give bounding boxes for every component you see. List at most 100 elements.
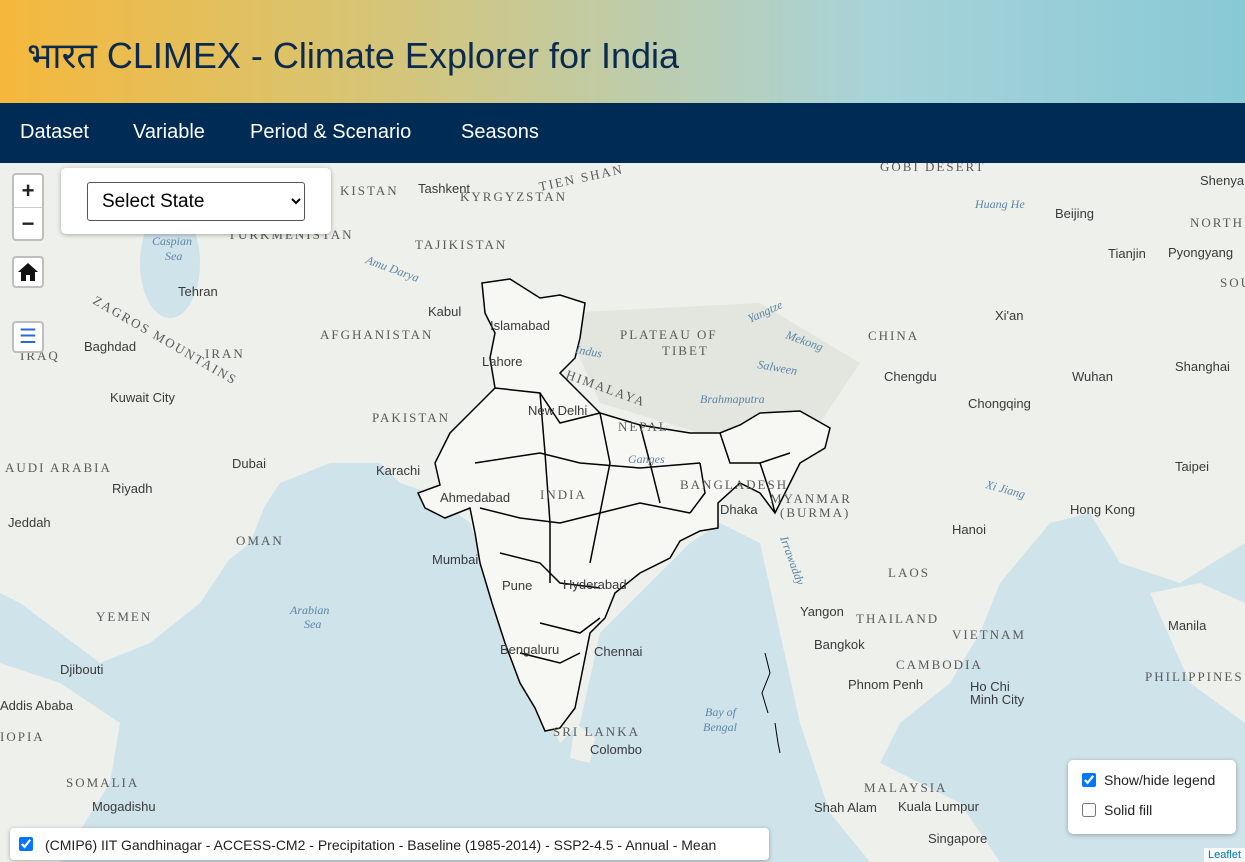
svg-text:Karachi: Karachi	[376, 463, 420, 478]
svg-text:Yangon: Yangon	[800, 604, 844, 619]
svg-text:OMAN: OMAN	[236, 533, 284, 548]
svg-text:Huang He: Huang He	[974, 197, 1025, 211]
svg-text:Shanghai: Shanghai	[1175, 359, 1230, 374]
layers-menu-button[interactable]: ☰	[12, 321, 44, 353]
svg-text:MALAYSIA: MALAYSIA	[864, 780, 947, 795]
svg-text:Jeddah: Jeddah	[8, 515, 51, 530]
svg-text:Bay of: Bay of	[705, 705, 738, 719]
map-view[interactable]: KISTAN Tashkent KYRGYZSTAN TIEN SHAN GOB…	[0, 163, 1245, 862]
svg-text:SOU: SOU	[1220, 275, 1245, 290]
svg-text:Chennai: Chennai	[594, 644, 643, 659]
svg-text:NEPAL: NEPAL	[618, 419, 669, 434]
show-hide-legend-row[interactable]: Show/hide legend	[1082, 772, 1215, 788]
svg-text:Colombo: Colombo	[590, 742, 642, 757]
svg-text:Ahmedabad: Ahmedabad	[440, 490, 510, 505]
svg-text:Wuhan: Wuhan	[1072, 369, 1113, 384]
basemap: KISTAN Tashkent KYRGYZSTAN TIEN SHAN GOB…	[0, 163, 1245, 862]
home-icon	[18, 263, 38, 281]
svg-text:Xi'an: Xi'an	[995, 308, 1024, 323]
svg-text:Riyadh: Riyadh	[112, 481, 152, 496]
svg-text:Mogadishu: Mogadishu	[92, 799, 156, 814]
zoom-in-button[interactable]: +	[14, 175, 42, 207]
svg-text:Hyderabad: Hyderabad	[563, 577, 627, 592]
svg-text:SRI LANKA: SRI LANKA	[553, 724, 640, 739]
map-attribution[interactable]: Leaflet	[1203, 848, 1245, 862]
svg-text:GOBI DESERT: GOBI DESERT	[880, 163, 985, 174]
svg-text:Taipei: Taipei	[1175, 459, 1209, 474]
svg-text:Beijing: Beijing	[1055, 206, 1094, 221]
svg-text:Islamabad: Islamabad	[490, 318, 550, 333]
home-button[interactable]	[12, 256, 44, 288]
svg-text:Lahore: Lahore	[482, 354, 522, 369]
svg-text:Pyongyang: Pyongyang	[1168, 245, 1233, 260]
nav-variable[interactable]: Variable	[133, 121, 205, 144]
svg-text:THAILAND: THAILAND	[856, 611, 939, 626]
svg-text:Ganges: Ganges	[628, 452, 665, 466]
state-selector-panel: Select State	[61, 168, 331, 234]
solid-fill-checkbox[interactable]	[1082, 803, 1096, 817]
svg-text:TIBET: TIBET	[662, 343, 709, 358]
svg-text:Brahmaputra: Brahmaputra	[700, 392, 765, 406]
svg-text:SOMALIA: SOMALIA	[66, 775, 139, 790]
svg-text:Shenya: Shenya	[1200, 173, 1245, 188]
svg-text:Arabian: Arabian	[289, 603, 329, 617]
svg-text:Djibouti: Djibouti	[60, 662, 103, 677]
svg-text:AUDI ARABIA: AUDI ARABIA	[5, 460, 112, 475]
svg-text:Shah Alam: Shah Alam	[814, 800, 877, 815]
svg-text:Singapore: Singapore	[928, 831, 987, 846]
nav-period-scenario[interactable]: Period & Scenario	[250, 121, 411, 144]
nav-dataset[interactable]: Dataset	[20, 121, 89, 144]
svg-text:Sea: Sea	[304, 617, 321, 631]
svg-text:Dubai: Dubai	[232, 456, 266, 471]
svg-text:Kabul: Kabul	[428, 304, 461, 319]
svg-text:TAJIKISTAN: TAJIKISTAN	[415, 237, 507, 252]
nav-seasons[interactable]: Seasons	[461, 121, 539, 144]
svg-text:Hanoi: Hanoi	[952, 522, 986, 537]
svg-text:Bengal: Bengal	[703, 720, 738, 734]
svg-text:Bengaluru: Bengaluru	[500, 642, 559, 657]
svg-text:Kuala Lumpur: Kuala Lumpur	[898, 799, 980, 814]
svg-text:Tehran: Tehran	[178, 284, 218, 299]
app-header: भारत CLIMEX - Climate Explorer for India	[0, 0, 1245, 103]
svg-text:NORTH: NORTH	[1190, 215, 1244, 230]
svg-text:Addis Ababa: Addis Ababa	[0, 698, 74, 713]
layer-label: (CMIP6) IIT Gandhinagar - ACCESS-CM2 - P…	[45, 837, 717, 853]
svg-text:Manila: Manila	[1168, 618, 1207, 633]
svg-text:LAOS: LAOS	[888, 565, 930, 580]
active-layer-panel: (CMIP6) IIT Gandhinagar - ACCESS-CM2 - P…	[10, 828, 769, 860]
layer-visibility-checkbox[interactable]	[19, 837, 33, 851]
solid-fill-row[interactable]: Solid fill	[1082, 802, 1152, 818]
svg-text:PHILIPPINES: PHILIPPINES	[1145, 669, 1244, 684]
svg-text:PLATEAU OF: PLATEAU OF	[620, 327, 718, 342]
svg-text:CAMBODIA: CAMBODIA	[896, 657, 983, 672]
svg-text:Phnom Penh: Phnom Penh	[848, 677, 923, 692]
show-hide-legend-checkbox[interactable]	[1082, 773, 1096, 787]
zoom-control: + −	[12, 173, 44, 241]
svg-text:Dhaka: Dhaka	[720, 502, 758, 517]
svg-text:(BURMA): (BURMA)	[780, 505, 850, 520]
svg-text:Kuwait City: Kuwait City	[110, 390, 176, 405]
svg-text:BANGLADESH: BANGLADESH	[680, 477, 788, 492]
list-icon: ☰	[19, 326, 37, 348]
svg-text:Minh City: Minh City	[970, 692, 1025, 707]
svg-text:Bangkok: Bangkok	[814, 637, 865, 652]
solid-fill-label: Solid fill	[1104, 802, 1153, 818]
svg-text:Tianjin: Tianjin	[1108, 246, 1146, 261]
svg-text:IRAN: IRAN	[205, 346, 245, 361]
svg-text:Sea: Sea	[165, 249, 182, 263]
svg-text:KISTAN: KISTAN	[340, 183, 399, 198]
svg-text:Hong Kong: Hong Kong	[1070, 502, 1135, 517]
svg-text:VIETNAM: VIETNAM	[952, 627, 1026, 642]
svg-text:Baghdad: Baghdad	[84, 339, 136, 354]
zoom-out-button[interactable]: −	[14, 207, 42, 240]
legend-options-panel: Show/hide legend Solid fill	[1068, 760, 1236, 834]
main-nav: Dataset Variable Period & Scenario Seaso…	[0, 103, 1245, 163]
svg-text:New Delhi: New Delhi	[528, 403, 587, 418]
svg-text:AFGHANISTAN: AFGHANISTAN	[320, 327, 433, 342]
show-hide-legend-label: Show/hide legend	[1104, 772, 1216, 788]
svg-text:Caspian: Caspian	[152, 234, 192, 248]
svg-text:MYANMAR: MYANMAR	[770, 491, 852, 506]
svg-text:Mumbai: Mumbai	[432, 552, 478, 567]
svg-text:IOPIA: IOPIA	[0, 729, 45, 744]
state-select[interactable]: Select State	[87, 182, 305, 221]
